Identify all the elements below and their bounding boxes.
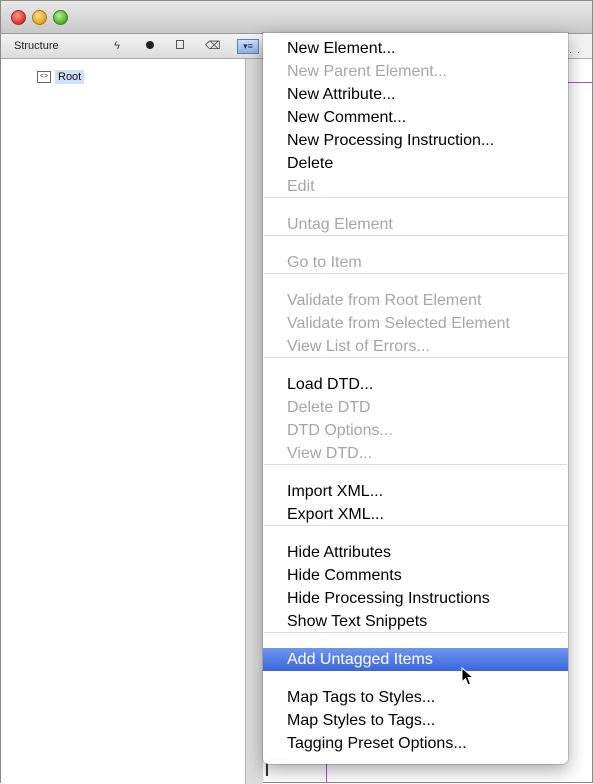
menu-item-show-text-snippets[interactable]: Show Text Snippets — [263, 610, 568, 633]
xml-element-icon: <> — [37, 71, 51, 83]
title-bar — [1, 1, 592, 34]
tree-item-label: Root — [55, 70, 85, 84]
minimize-window-button[interactable] — [32, 10, 47, 25]
menu-item-new-element[interactable]: New Element... — [263, 37, 568, 60]
menu-item-delete-dtd: Delete DTD — [287, 399, 371, 416]
menu-item-new-parent-element: New Parent Element... — [287, 63, 448, 80]
menu-item-hide-processing-instructions[interactable]: Hide Processing Instructions — [263, 587, 568, 610]
menu-item-edit: Edit — [287, 178, 315, 195]
tree-item-root[interactable]: <> Root — [37, 69, 85, 85]
panel-splitter[interactable] — [245, 59, 263, 784]
menu-item-go-to-item: Go to Item — [287, 254, 362, 271]
menu-item-tagging-preset-options[interactable]: Tagging Preset Options... — [263, 732, 568, 755]
lightning-icon[interactable]: ϟ — [111, 40, 123, 52]
menu-item-hide-comments[interactable]: Hide Comments — [263, 564, 568, 587]
structure-context-menu: New Element... New Parent Element... New A… — [263, 33, 568, 764]
menu-item-load-dtd[interactable]: Load DTD... — [263, 373, 568, 396]
trash-icon[interactable]: ⌫ — [205, 40, 221, 52]
menu-item-map-tags-to-styles[interactable]: Map Tags to Styles... — [263, 686, 568, 709]
tag-icon[interactable] — [174, 40, 186, 52]
menu-item-delete[interactable]: Delete — [263, 152, 568, 175]
menu-item-export-xml[interactable]: Export XML... — [263, 503, 568, 526]
menu-item-validate-from-root-element: Validate from Root Element — [287, 292, 482, 309]
zoom-window-button[interactable] — [53, 10, 68, 25]
menu-item-import-xml[interactable]: Import XML... — [263, 480, 568, 503]
menu-item-hide-attributes[interactable]: Hide Attributes — [263, 541, 568, 564]
panel-menu-button[interactable]: ▾≡ — [237, 39, 259, 54]
menu-item-map-styles-to-tags[interactable]: Map Styles to Tags... — [263, 709, 568, 732]
dot-icon[interactable] — [144, 40, 156, 52]
menu-item-add-untagged-items[interactable]: Add Untagged Items — [263, 648, 568, 671]
menu-item-dtd-options: DTD Options... — [287, 422, 393, 439]
ruler-tick: . — [569, 44, 573, 56]
menu-item-view-dtd: View DTD... — [287, 445, 373, 462]
menu-item-new-comment[interactable]: New Comment... — [263, 106, 568, 129]
close-window-button[interactable] — [11, 10, 26, 25]
structure-panel-toolbar: Structure ϟ ⌫ ▾≡ — [1, 34, 263, 59]
ruler-tick: . — [577, 44, 581, 56]
menu-item-view-list-of-errors: View List of Errors... — [287, 338, 430, 355]
menu-item-new-attribute[interactable]: New Attribute... — [263, 83, 568, 106]
menu-item-validate-from-selected-element: Validate from Selected Element — [287, 315, 510, 332]
structure-tree: <> Root — [1, 59, 245, 784]
menu-item-new-processing-instruction[interactable]: New Processing Instruction... — [263, 129, 568, 152]
menu-item-untag-element: Untag Element — [287, 216, 393, 233]
app-window: Structure ϟ ⌫ ▾≡ <> Root . . . New Eleme… — [0, 0, 593, 784]
mouse-pointer-icon — [461, 667, 475, 686]
panel-title: Structure — [14, 40, 59, 52]
